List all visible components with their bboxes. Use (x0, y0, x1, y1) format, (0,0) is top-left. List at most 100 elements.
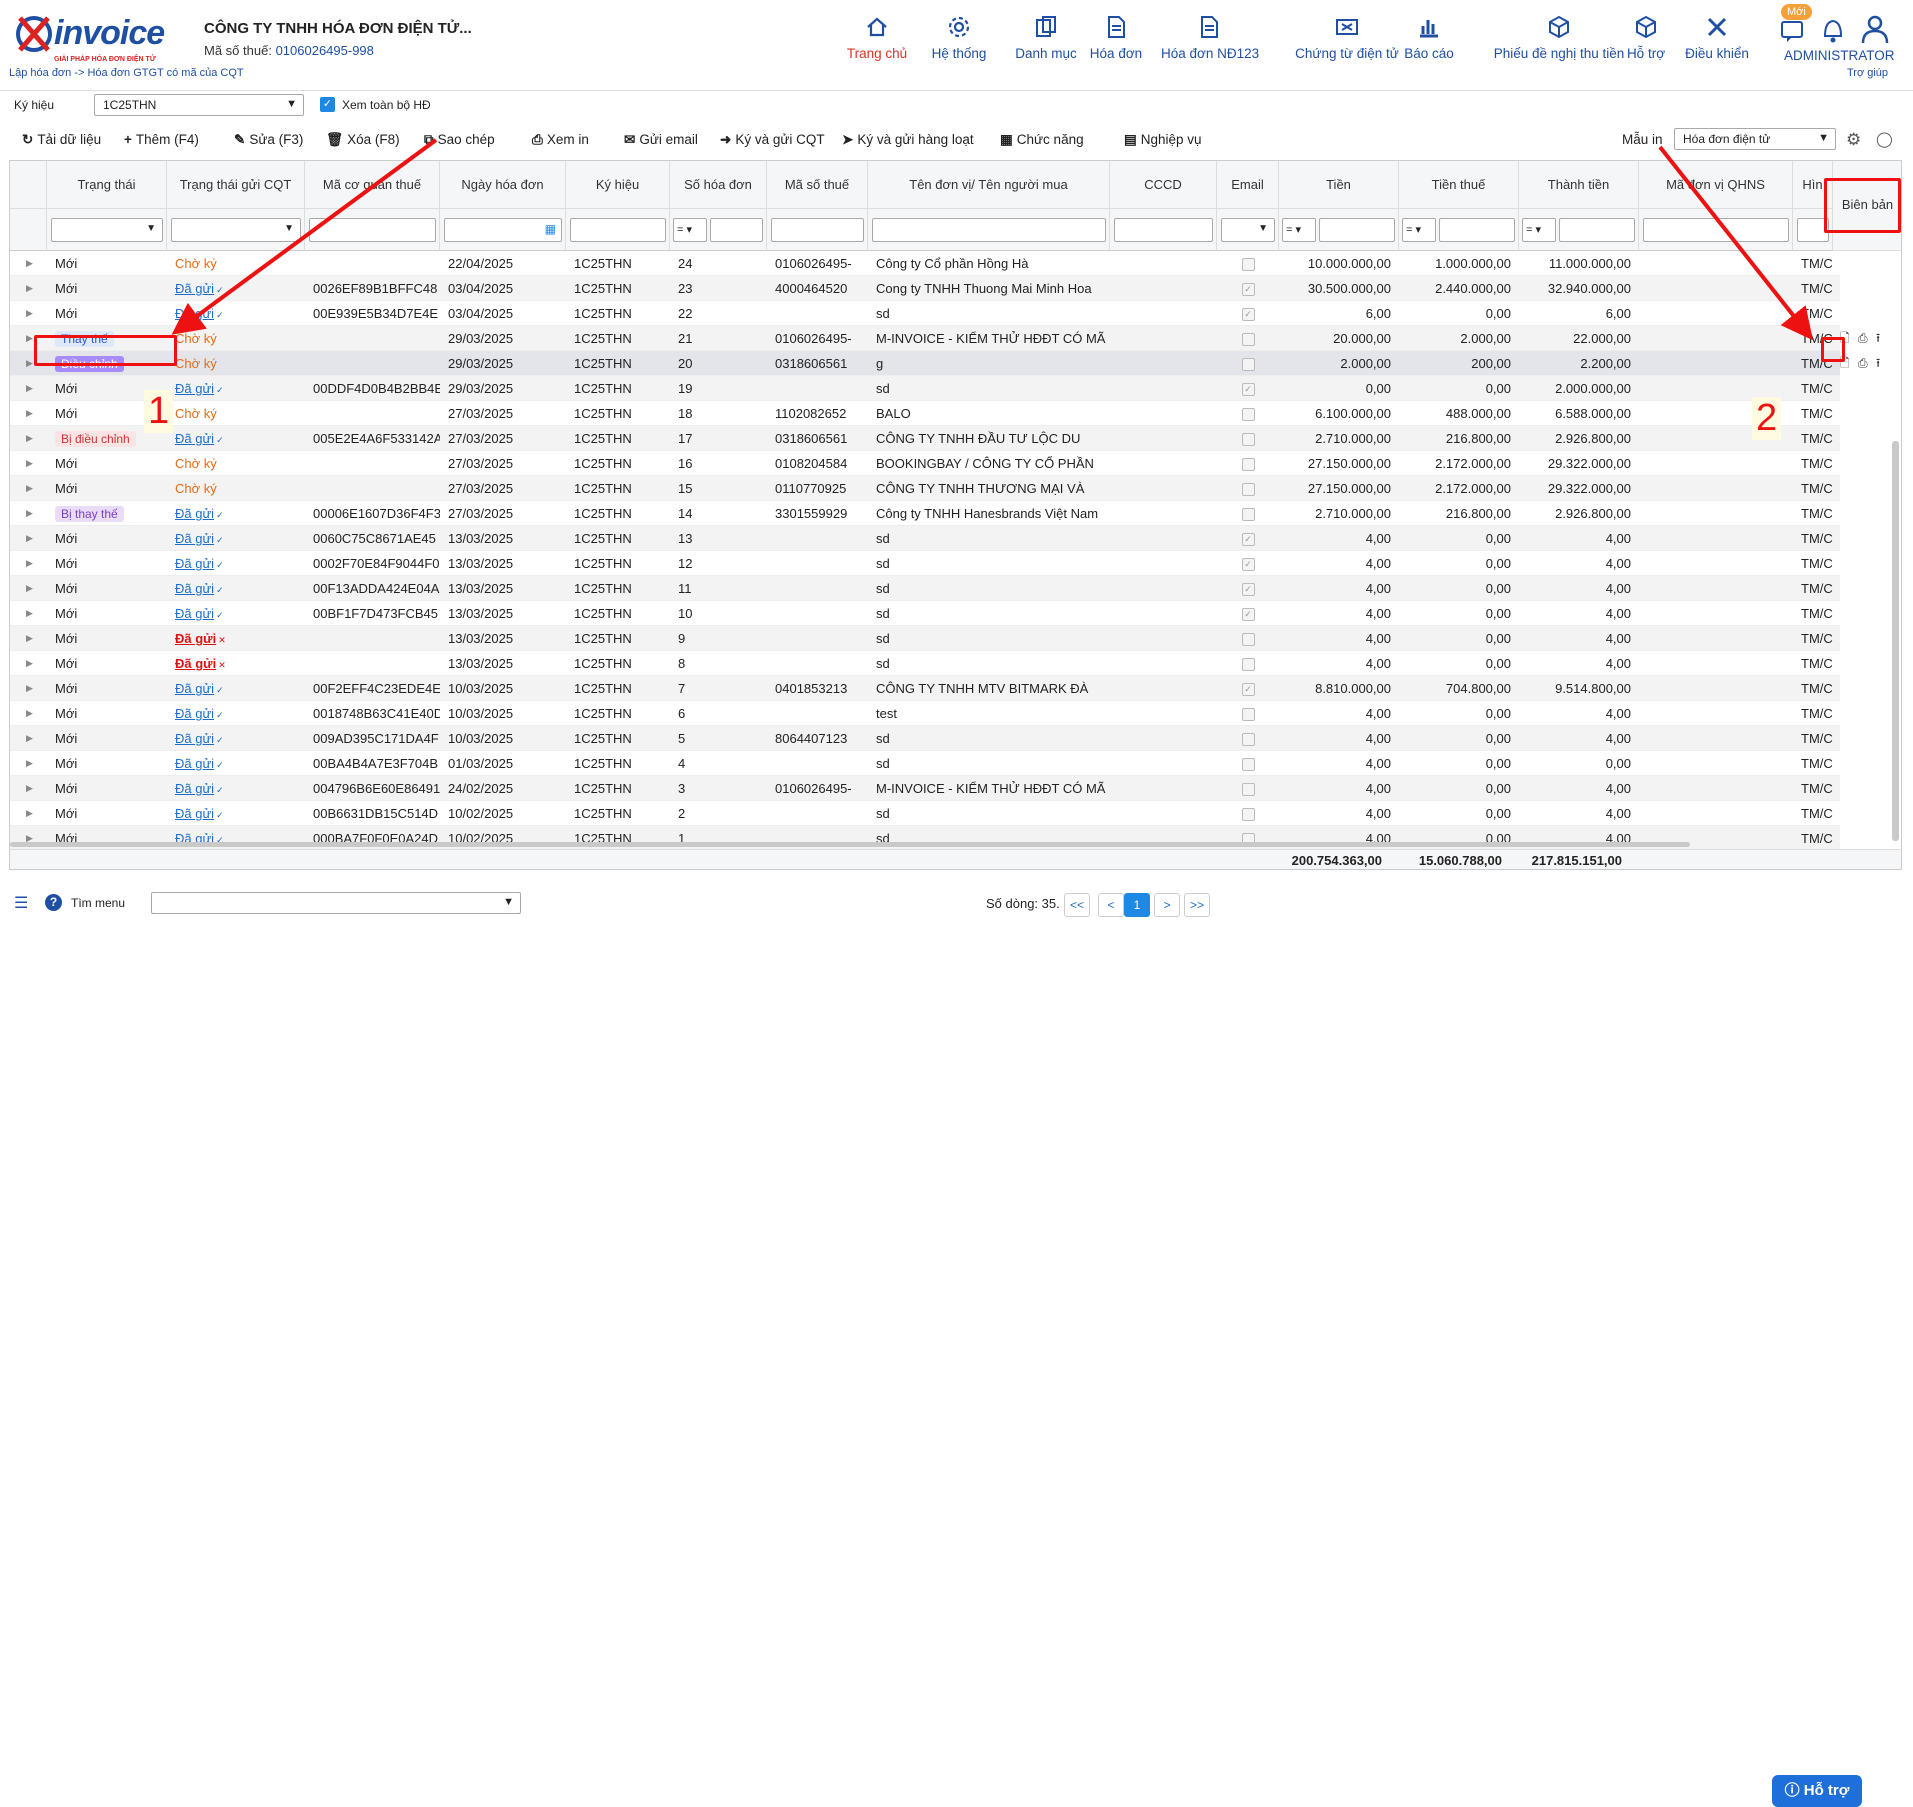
cell-cqt[interactable]: Đã gửi ✓ (167, 551, 305, 576)
filter-operator[interactable]: = ▾ (1282, 218, 1316, 242)
shield-icon[interactable]: ◯ (1876, 130, 1893, 148)
cell-cqt[interactable]: Đã gửi ✓ (167, 701, 305, 726)
row-expand-icon[interactable]: ▶ (18, 826, 38, 851)
cell-cqt[interactable]: Chờ ký (167, 401, 305, 426)
filter-input-email[interactable]: ▼ (1221, 218, 1275, 242)
filter-input-total[interactable] (1559, 218, 1635, 242)
row-expand-icon[interactable]: ▶ (18, 776, 38, 801)
filter-operator[interactable]: = ▾ (673, 218, 707, 242)
functions-button[interactable]: ▦ Chức năng (1000, 132, 1084, 148)
table-row[interactable]: ▶ Mới Chờ ký 22/04/2025 1C25THN 24 0106026495-… (10, 251, 1840, 276)
cell-cqt[interactable]: Đã gửi ✓ (167, 751, 305, 776)
filter-input-symbol[interactable] (570, 218, 666, 242)
filter-input-qhns[interactable] (1643, 218, 1789, 242)
copy-button[interactable]: ⧉ Sao chép (424, 132, 495, 148)
table-row[interactable]: ▶ Mới Đã gửi ✓ 00E939E5B34D7E4E 03/04/2025 1C2… (10, 301, 1840, 326)
nav-2[interactable]: Hệ thống (928, 14, 990, 68)
upload-icon[interactable]: ⭱ (1876, 326, 1880, 351)
business-button[interactable]: ▤ Nghiệp vụ (1124, 132, 1202, 148)
user-name[interactable]: ADMINISTRATOR (1784, 48, 1895, 63)
table-row[interactable]: ▶ Bị điều chỉnh Đã gửi ✓ 005E2E4A6F533142A 27… (10, 426, 1840, 451)
filter-input-status[interactable]: ▼ (51, 218, 163, 242)
row-expand-icon[interactable]: ▶ (18, 626, 38, 651)
cell-cqt[interactable]: Đã gửi ✓ (167, 301, 305, 326)
cell-cqt[interactable]: Đã gửi ✓ (167, 426, 305, 451)
cell-cqt[interactable]: Đã gửi ✕ (167, 651, 305, 676)
row-expand-icon[interactable]: ▶ (18, 451, 38, 476)
filter-input-cqt_status[interactable]: ▼ (171, 218, 301, 242)
row-expand-icon[interactable]: ▶ (18, 726, 38, 751)
filter-input-taxid[interactable] (771, 218, 864, 242)
table-row[interactable]: ▶ Mới Đã gửi ✓ 00B6631DB15C514D 10/02/2025 1C2… (10, 801, 1840, 826)
table-row[interactable]: ▶ Mới Chờ ký 27/03/2025 1C25THN 18 1102082652 B… (10, 401, 1840, 426)
row-expand-icon[interactable]: ▶ (18, 601, 38, 626)
printer-icon[interactable]: ⎙ (1858, 351, 1868, 376)
col-header-buyer[interactable]: Tên đơn vị/ Tên người mua (868, 161, 1110, 209)
page-button[interactable]: >> (1184, 893, 1210, 917)
question-icon[interactable]: ? (45, 894, 62, 911)
col-header-cqt_status[interactable]: Trạng thái gửi CQT (167, 161, 305, 209)
horizontal-scrollbar[interactable] (10, 842, 1690, 847)
table-row[interactable]: ▶ Mới Đã gửi ✓ 00BA4B4A7E3F704B 01/03/2025 1C2… (10, 751, 1840, 776)
filter-input-amount[interactable] (1319, 218, 1395, 242)
edit-button[interactable]: ✎ Sửa (F3) (234, 132, 303, 148)
row-expand-icon[interactable]: ▶ (18, 401, 38, 426)
page-button[interactable]: > (1154, 893, 1180, 917)
col-header-tax[interactable]: Tiền thuế (1399, 161, 1519, 209)
add-button[interactable]: + Thêm (F4) (124, 132, 199, 147)
bell-icon[interactable] (1820, 16, 1846, 44)
nav-1[interactable]: Trang chủ (846, 14, 908, 68)
help-link[interactable]: Trợ giúp (1847, 67, 1888, 79)
table-row[interactable]: ▶ Mới Chờ ký 27/03/2025 1C25THN 16 0108204584 B… (10, 451, 1840, 476)
nav-7[interactable]: Báo cáo (1403, 14, 1455, 68)
page-button[interactable]: < (1098, 893, 1124, 917)
filter-input-buyer[interactable] (872, 218, 1106, 242)
col-header-number[interactable]: Số hóa đơn (670, 161, 767, 209)
breadcrumb[interactable]: Lập hóa đơn -> Hóa đơn GTGT có mã của CQ… (9, 67, 244, 79)
cell-cqt[interactable]: Đã gửi ✕ (167, 626, 305, 651)
table-row[interactable]: ▶ Mới Đã gửi ✓ 00DDF4D0B4B2BB4E 29/03/2025 1C2… (10, 376, 1840, 401)
col-header-email[interactable]: Email (1217, 161, 1279, 209)
cell-cqt[interactable]: Chờ ký (167, 251, 305, 276)
cell-cqt[interactable]: Đã gửi ✓ (167, 601, 305, 626)
cell-cqt[interactable]: Đã gửi ✓ (167, 726, 305, 751)
table-row[interactable]: ▶ Mới Đã gửi ✓ 00F2EFF4C23EDE4E 10/03/2025 1C2… (10, 676, 1840, 701)
row-expand-icon[interactable]: ▶ (18, 251, 38, 276)
col-header-code[interactable]: Mã cơ quan thuế (305, 161, 440, 209)
settings-gear-icon[interactable]: ⚙ (1846, 130, 1861, 150)
cell-cqt[interactable]: Chờ ký (167, 351, 305, 376)
row-expand-icon[interactable]: ▶ (18, 651, 38, 676)
table-row[interactable]: ▶ Mới Đã gửi ✓ 00F13ADDA424E04A 13/03/2025 1C2… (10, 576, 1840, 601)
filter-input-number[interactable] (710, 218, 763, 242)
reload-button[interactable]: ↻ Tải dữ liệu (22, 132, 101, 148)
filter-input-code[interactable] (309, 218, 436, 242)
user-icon[interactable] (1860, 14, 1890, 44)
row-expand-icon[interactable]: ▶ (18, 676, 38, 701)
print-preview-button[interactable]: ⎙ Xem in (532, 132, 589, 148)
row-expand-icon[interactable]: ▶ (18, 426, 38, 451)
cell-cqt[interactable]: Đã gửi ✓ (167, 276, 305, 301)
cell-cqt[interactable]: Chờ ký (167, 326, 305, 351)
sign-send-button[interactable]: ➜ Ký và gửi CQT (720, 132, 825, 148)
table-row[interactable]: ▶ Mới Đã gửi ✓ 0060C75C8671AE45 13/03/2025 1C2… (10, 526, 1840, 551)
table-row[interactable]: ▶ Mới Đã gửi ✓ 000BA7F0F0E0A24D 10/02/2025 1C2… (10, 826, 1840, 851)
row-expand-icon[interactable]: ▶ (18, 526, 38, 551)
cell-cqt[interactable]: Đã gửi ✓ (167, 676, 305, 701)
support-button[interactable]: ⓘ Hỗ trợ (1772, 1775, 1862, 1807)
col-header-status[interactable]: Trạng thái (47, 161, 167, 209)
table-row[interactable]: ▶ Mới Đã gửi ✓ 0018748B63C41E40D 10/03/2025 1C… (10, 701, 1840, 726)
table-row[interactable]: ▶ Bị thay thế Đã gửi ✓ 00006E1607D36F4F3 27/0… (10, 501, 1840, 526)
filter-operator[interactable]: = ▾ (1402, 218, 1436, 242)
table-row[interactable]: ▶ Mới Đã gửi ✕ 13/03/2025 1C25THN 8 sd 4,00 0,00 4… (10, 651, 1840, 676)
row-expand-icon[interactable]: ▶ (18, 701, 38, 726)
nav-4[interactable]: Hóa đơn (1088, 14, 1144, 68)
vertical-scrollbar[interactable] (1892, 441, 1899, 841)
upload-icon[interactable]: ⭱ (1876, 351, 1880, 376)
filter-input-cccd[interactable] (1114, 218, 1213, 242)
row-expand-icon[interactable]: ▶ (18, 301, 38, 326)
page-button[interactable]: 1 (1124, 893, 1150, 917)
delete-button[interactable]: 🗑 Xóa (F8) (326, 132, 400, 148)
cell-cqt[interactable]: Đã gửi ✓ (167, 776, 305, 801)
col-header-taxid[interactable]: Mã số thuế (767, 161, 868, 209)
cell-cqt[interactable]: Đã gửi ✓ (167, 576, 305, 601)
